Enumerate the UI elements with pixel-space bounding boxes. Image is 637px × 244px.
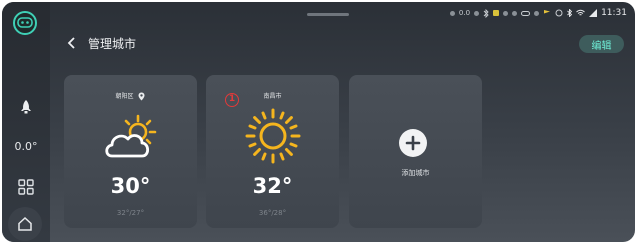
status-signal-text: 0.0 <box>458 9 471 17</box>
status-dot-icon <box>534 10 540 16</box>
city-name-row: 朝阳区 <box>64 91 197 101</box>
status-dot-icon <box>474 10 480 16</box>
edit-button[interactable]: 编辑 <box>579 35 624 53</box>
city-name: 朝阳区 <box>115 93 134 100</box>
add-city-label: 添加城市 <box>401 169 430 177</box>
home-icon <box>18 216 32 231</box>
clock: 11:31 <box>601 8 627 18</box>
link-icon <box>521 10 531 16</box>
status-dot-icon <box>449 10 455 16</box>
app-logo-icon[interactable] <box>13 11 37 35</box>
temperature: 30° <box>110 174 151 198</box>
bluetooth-small-icon <box>567 9 573 17</box>
city-card-1[interactable]: 朝阳区 30° 32°/27° <box>64 75 197 228</box>
sidebar-temperature[interactable]: 0.0° <box>2 140 50 153</box>
status-dot-icon <box>512 10 518 16</box>
city-name: 南昌市 <box>263 93 282 100</box>
drag-handle[interactable] <box>307 13 349 16</box>
app-window: 0.0° 0.0 11:31 管理城市 编辑 朝阳区 30° 32°/27° 1… <box>2 2 635 242</box>
sidebar: 0.0° <box>2 2 50 242</box>
flag-icon <box>544 10 551 17</box>
home-button[interactable] <box>8 207 42 241</box>
status-bar: 0.0 11:31 <box>449 8 627 18</box>
sunny-icon <box>245 108 301 164</box>
notification-icon <box>493 10 500 16</box>
wifi-icon <box>576 9 585 16</box>
temperature: 32° <box>252 174 293 198</box>
rocket-icon[interactable] <box>2 99 50 115</box>
bluetooth-icon <box>483 8 489 18</box>
city-card-2[interactable]: 1 南昌市 32° 36°/28° <box>206 75 339 228</box>
partly-cloudy-icon <box>105 114 157 158</box>
back-arrow-icon[interactable] <box>65 35 79 51</box>
location-pin-icon <box>138 92 145 101</box>
temperature-range: 36°/28° <box>258 209 287 217</box>
sync-icon <box>555 9 563 17</box>
status-dot-icon <box>503 10 509 16</box>
plus-icon <box>405 135 421 151</box>
page-title: 管理城市 <box>88 37 137 51</box>
add-city-button[interactable] <box>399 129 427 157</box>
apps-grid-icon[interactable] <box>2 179 50 195</box>
add-city-card[interactable]: 添加城市 <box>349 75 482 228</box>
signal-icon <box>589 9 598 17</box>
temperature-range: 32°/27° <box>116 209 145 217</box>
